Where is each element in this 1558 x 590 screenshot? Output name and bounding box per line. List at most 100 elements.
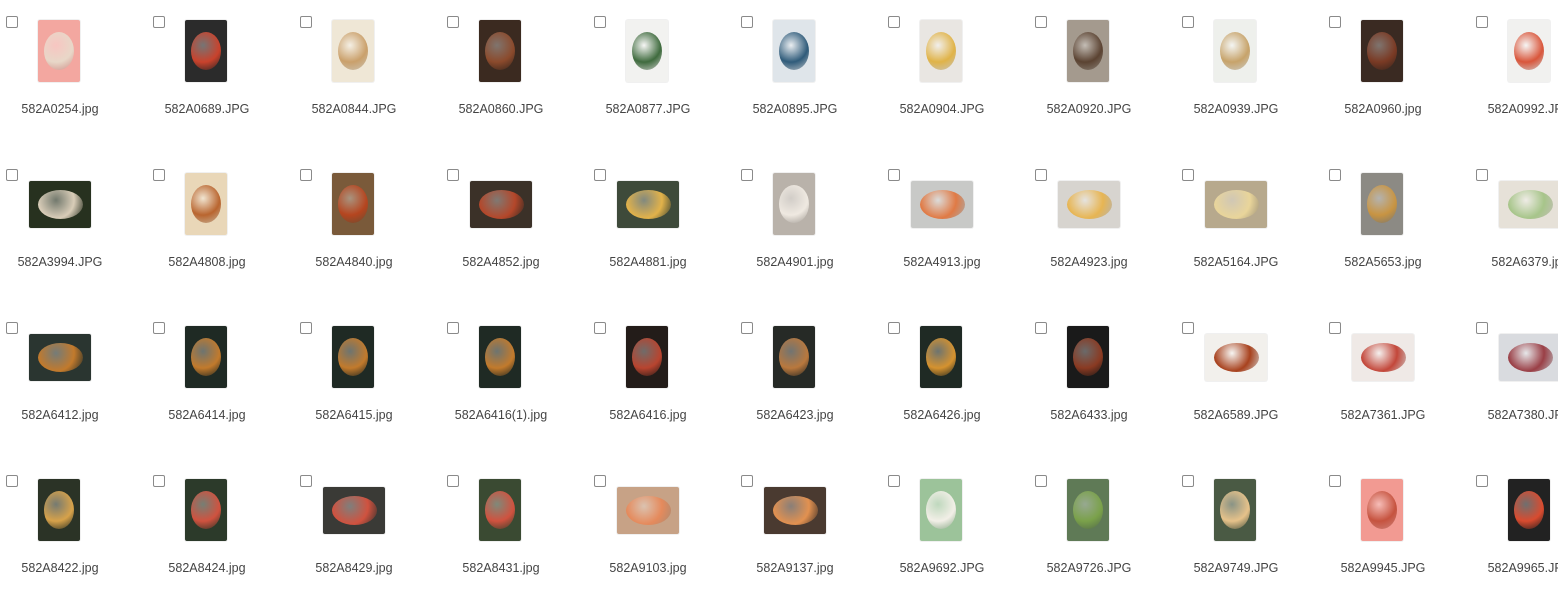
file-name-label[interactable]: 582A6589.JPG — [1176, 406, 1296, 425]
thumbnail-image[interactable] — [470, 181, 532, 228]
thumbnail-image[interactable] — [323, 487, 385, 534]
select-checkbox[interactable] — [1182, 322, 1194, 334]
file-name-label[interactable]: 582A4923.jpg — [1029, 253, 1149, 272]
thumbnail-image[interactable] — [185, 326, 227, 388]
thumbnail-image[interactable] — [1067, 326, 1109, 388]
file-name-label[interactable]: 582A8431.jpg — [441, 559, 561, 578]
file-tile[interactable]: 582A6433.jpg — [1029, 316, 1169, 466]
thumbnail-image[interactable] — [617, 181, 679, 228]
file-tile[interactable]: 582A9749.JPG — [1176, 469, 1316, 590]
select-checkbox[interactable] — [300, 475, 312, 487]
file-tile[interactable]: 582A6415.jpg — [294, 316, 434, 466]
thumbnail-image[interactable] — [1508, 479, 1550, 541]
select-checkbox[interactable] — [594, 475, 606, 487]
select-checkbox[interactable] — [1329, 169, 1341, 181]
file-name-label[interactable]: 582A0844.JPG — [294, 100, 414, 119]
thumbnail-image[interactable] — [920, 479, 962, 541]
thumbnail-image[interactable] — [479, 326, 521, 388]
file-name-label[interactable]: 582A9965.JPG — [1470, 559, 1558, 578]
select-checkbox[interactable] — [594, 322, 606, 334]
select-checkbox[interactable] — [153, 475, 165, 487]
file-tile[interactable]: 582A6423.jpg — [735, 316, 875, 466]
thumbnail-image[interactable] — [479, 20, 521, 82]
file-tile[interactable]: 582A7380.JPG — [1470, 316, 1558, 466]
select-checkbox[interactable] — [6, 475, 18, 487]
select-checkbox[interactable] — [153, 169, 165, 181]
select-checkbox[interactable] — [1476, 169, 1488, 181]
file-name-label[interactable]: 582A0689.JPG — [147, 100, 267, 119]
thumbnail-image[interactable] — [911, 181, 973, 228]
file-tile[interactable]: 582A0920.JPG — [1029, 10, 1169, 160]
file-name-label[interactable]: 582A7380.JPG — [1470, 406, 1558, 425]
file-name-label[interactable]: 582A0992.JPG — [1470, 100, 1558, 119]
file-tile[interactable]: 582A9692.JPG — [882, 469, 1022, 590]
select-checkbox[interactable] — [1035, 322, 1047, 334]
file-name-label[interactable]: 582A7361.JPG — [1323, 406, 1443, 425]
select-checkbox[interactable] — [1035, 169, 1047, 181]
file-name-label[interactable]: 582A0254.jpg — [0, 100, 120, 119]
thumbnail-image[interactable] — [626, 20, 668, 82]
select-checkbox[interactable] — [300, 322, 312, 334]
select-checkbox[interactable] — [1035, 475, 1047, 487]
file-name-label[interactable]: 582A0895.JPG — [735, 100, 855, 119]
select-checkbox[interactable] — [741, 475, 753, 487]
file-tile[interactable]: 582A9726.JPG — [1029, 469, 1169, 590]
select-checkbox[interactable] — [1476, 16, 1488, 28]
thumbnail-image[interactable] — [764, 487, 826, 534]
file-tile[interactable]: 582A6426.jpg — [882, 316, 1022, 466]
select-checkbox[interactable] — [447, 16, 459, 28]
file-tile[interactable]: 582A6379.jpg — [1470, 163, 1558, 313]
file-name-label[interactable]: 582A0920.JPG — [1029, 100, 1149, 119]
file-tile[interactable]: 582A9137.jpg — [735, 469, 875, 590]
select-checkbox[interactable] — [153, 322, 165, 334]
file-tile[interactable]: 582A0877.JPG — [588, 10, 728, 160]
thumbnail-image[interactable] — [185, 20, 227, 82]
select-checkbox[interactable] — [1329, 16, 1341, 28]
file-tile[interactable]: 582A6414.jpg — [147, 316, 287, 466]
file-tile[interactable]: 582A5164.JPG — [1176, 163, 1316, 313]
thumbnail-image[interactable] — [332, 173, 374, 235]
thumbnail-image[interactable] — [479, 479, 521, 541]
thumbnail-image[interactable] — [920, 326, 962, 388]
thumbnail-image[interactable] — [29, 181, 91, 228]
file-tile[interactable]: 582A3994.JPG — [0, 163, 140, 313]
file-tile[interactable]: 582A0960.jpg — [1323, 10, 1463, 160]
file-name-label[interactable]: 582A8424.jpg — [147, 559, 267, 578]
file-tile[interactable]: 582A5653.jpg — [1323, 163, 1463, 313]
file-tile[interactable]: 582A4881.jpg — [588, 163, 728, 313]
select-checkbox[interactable] — [1329, 475, 1341, 487]
file-name-label[interactable]: 582A4852.jpg — [441, 253, 561, 272]
file-name-label[interactable]: 582A9103.jpg — [588, 559, 708, 578]
select-checkbox[interactable] — [594, 169, 606, 181]
select-checkbox[interactable] — [153, 16, 165, 28]
select-checkbox[interactable] — [1182, 16, 1194, 28]
thumbnail-image[interactable] — [29, 334, 91, 381]
thumbnail-image[interactable] — [1499, 181, 1558, 228]
file-tile[interactable]: 582A8429.jpg — [294, 469, 434, 590]
file-name-label[interactable]: 582A0904.JPG — [882, 100, 1002, 119]
file-name-label[interactable]: 582A4840.jpg — [294, 253, 414, 272]
thumbnail-image[interactable] — [332, 20, 374, 82]
file-name-label[interactable]: 582A4901.jpg — [735, 253, 855, 272]
select-checkbox[interactable] — [1329, 322, 1341, 334]
select-checkbox[interactable] — [6, 16, 18, 28]
select-checkbox[interactable] — [6, 169, 18, 181]
file-name-label[interactable]: 582A4808.jpg — [147, 253, 267, 272]
file-tile[interactable]: 582A4840.jpg — [294, 163, 434, 313]
select-checkbox[interactable] — [447, 475, 459, 487]
thumbnail-image[interactable] — [1499, 334, 1558, 381]
thumbnail-image[interactable] — [1361, 20, 1403, 82]
file-name-label[interactable]: 582A9726.JPG — [1029, 559, 1149, 578]
file-tile[interactable]: 582A8424.jpg — [147, 469, 287, 590]
select-checkbox[interactable] — [1476, 475, 1488, 487]
select-checkbox[interactable] — [6, 322, 18, 334]
thumbnail-image[interactable] — [1352, 334, 1414, 381]
thumbnail-image[interactable] — [1205, 334, 1267, 381]
file-tile[interactable]: 582A8422.jpg — [0, 469, 140, 590]
file-tile[interactable]: 582A4913.jpg — [882, 163, 1022, 313]
select-checkbox[interactable] — [1476, 322, 1488, 334]
file-tile[interactable]: 582A0904.JPG — [882, 10, 1022, 160]
file-name-label[interactable]: 582A9749.JPG — [1176, 559, 1296, 578]
select-checkbox[interactable] — [594, 16, 606, 28]
thumbnail-image[interactable] — [773, 20, 815, 82]
